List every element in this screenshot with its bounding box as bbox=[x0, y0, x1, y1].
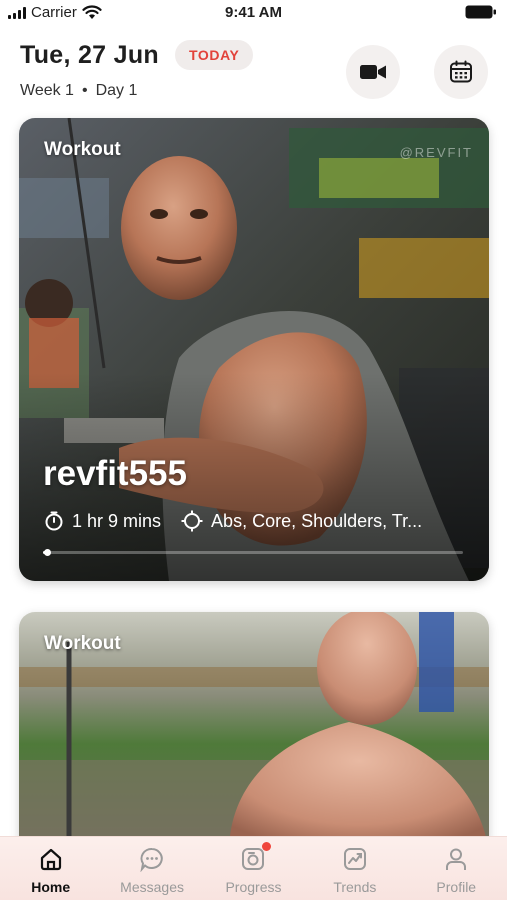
timer-icon bbox=[45, 511, 63, 531]
camera-icon bbox=[239, 842, 272, 873]
person-icon bbox=[442, 845, 470, 873]
targets-item: Abs, Core, Shoulders, Tr... bbox=[181, 510, 422, 532]
status-bar: Carrier 9:41 AM bbox=[0, 0, 507, 26]
tab-home[interactable]: Home bbox=[1, 837, 101, 895]
separator: • bbox=[81, 82, 88, 99]
duration-item: 1 hr 9 mins bbox=[44, 511, 161, 532]
video-camera-icon bbox=[360, 65, 386, 79]
date-title: Tue, 27 Jun bbox=[20, 40, 159, 69]
tab-bar: Home Messages Progress Trends Profile bbox=[0, 836, 507, 900]
workout-title: revfit555 bbox=[43, 454, 187, 493]
status-time: 9:41 AM bbox=[225, 4, 282, 21]
target-icon bbox=[181, 510, 203, 532]
trend-chart-icon bbox=[341, 845, 369, 873]
tab-trends[interactable]: Trends bbox=[305, 837, 405, 895]
workout-progress-bar bbox=[43, 549, 463, 556]
card-type-label: Workout bbox=[44, 633, 121, 654]
chat-bubble-icon bbox=[138, 845, 166, 873]
tab-label: Home bbox=[31, 879, 71, 895]
watermark-text: @REVFIT bbox=[399, 145, 473, 160]
tab-progress[interactable]: Progress bbox=[203, 837, 303, 895]
targets-text: Abs, Core, Shoulders, Tr... bbox=[211, 510, 423, 531]
home-icon bbox=[37, 845, 65, 873]
tab-label: Messages bbox=[120, 879, 184, 895]
day-label: Day 1 bbox=[95, 82, 138, 99]
week-label: Week 1 bbox=[20, 82, 74, 99]
tab-profile[interactable]: Profile bbox=[406, 837, 506, 895]
duration-text: 1 hr 9 mins bbox=[72, 510, 162, 531]
calendar-button[interactable] bbox=[434, 45, 488, 99]
card-type-label: Workout bbox=[44, 139, 121, 160]
tab-label: Profile bbox=[436, 879, 477, 895]
workout-card[interactable]: Workout @REVFIT revfit555 1 hr 9 mins Ab… bbox=[19, 118, 489, 581]
video-button[interactable] bbox=[346, 45, 400, 99]
header: Tue, 27 Jun TODAY Week 1 • Day 1 bbox=[20, 40, 488, 105]
today-badge[interactable]: TODAY bbox=[174, 40, 254, 70]
workout-meta: 1 hr 9 mins Abs, Core, Shoulders, Tr... bbox=[44, 510, 422, 532]
notification-dot bbox=[262, 842, 272, 851]
week-day-row: Week 1 • Day 1 bbox=[20, 82, 487, 100]
tab-label: Progress bbox=[225, 879, 282, 895]
home-screen: Carrier 9:41 AM Tue, 27 Jun TODAY Week 1… bbox=[0, 0, 507, 900]
calendar-icon bbox=[450, 60, 472, 83]
tab-label: Trends bbox=[333, 879, 377, 895]
workout-card-2[interactable]: Workout bbox=[19, 612, 489, 852]
battery-icon bbox=[465, 5, 497, 24]
tab-messages[interactable]: Messages bbox=[102, 837, 202, 895]
